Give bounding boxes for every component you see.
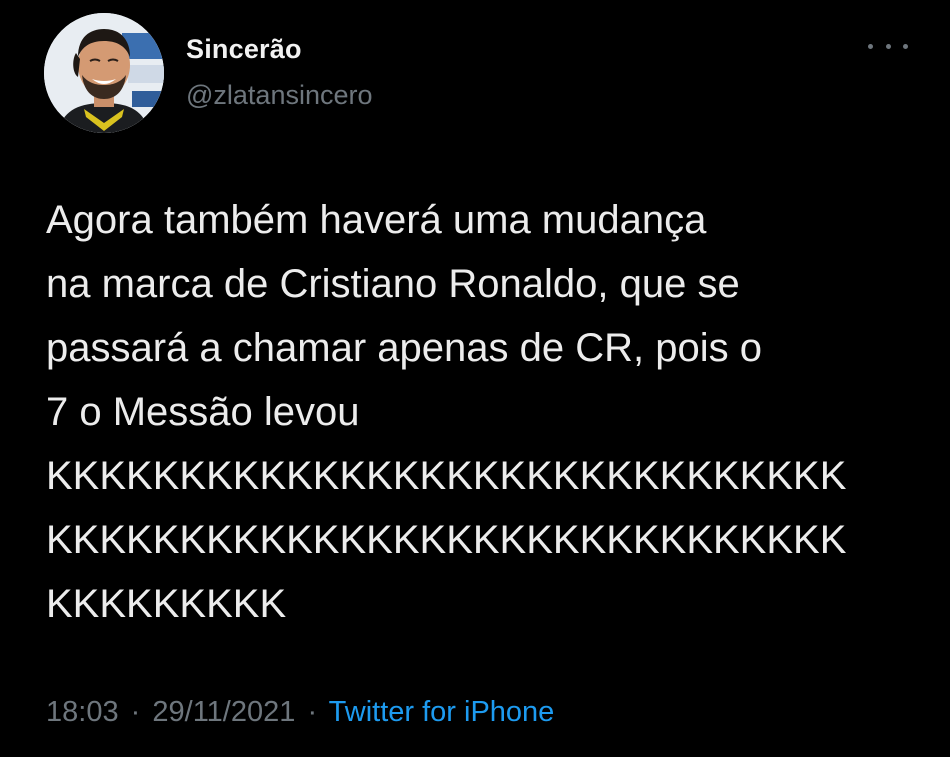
tweet-source-link[interactable]: Twitter for iPhone [329, 696, 555, 728]
tweet-metadata: 18:03 · 29/11/2021 · Twitter for iPhone [46, 696, 554, 729]
avatar[interactable] [44, 13, 164, 133]
avatar-image [44, 13, 164, 133]
author-display-name[interactable]: Sincerão [186, 34, 302, 65]
tweet-time[interactable]: 18:03 [46, 696, 119, 728]
dot [868, 43, 873, 49]
tweet-date[interactable]: 29/11/2021 [152, 696, 295, 728]
separator: · [307, 696, 318, 728]
dot [903, 43, 908, 49]
author-handle[interactable]: @zlatansincero [186, 80, 373, 111]
dot [885, 43, 891, 49]
tweet-text: Agora também haverá uma mudança na marca… [46, 198, 847, 626]
more-options-icon[interactable] [868, 34, 908, 58]
separator: · [130, 696, 141, 728]
tweet-card: Sincerão @zlatansincero Agora também hav… [0, 0, 950, 757]
